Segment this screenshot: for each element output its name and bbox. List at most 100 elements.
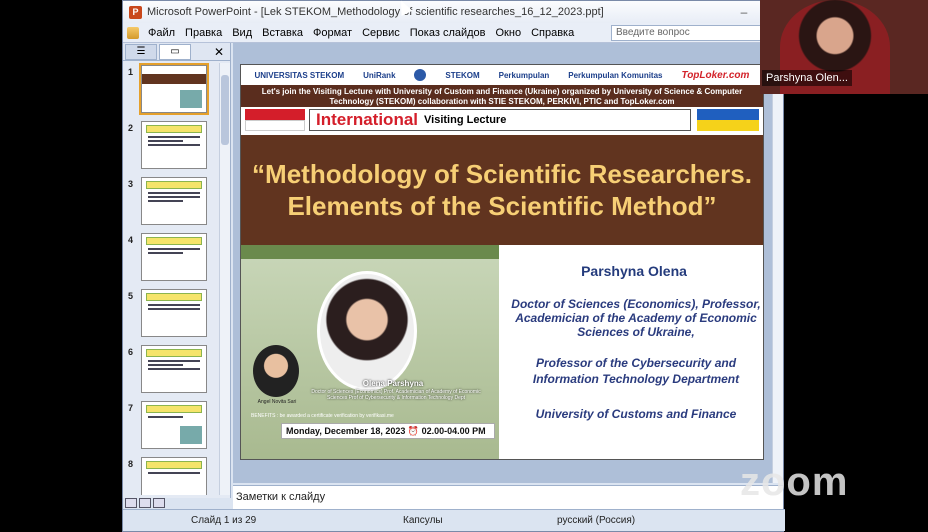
slide-lower-section: Angel Novita Sari Olena Parshyna Doctor … (241, 245, 763, 459)
slide-counter: Слайд 1 из 29 (191, 515, 257, 526)
slide-thumb-row[interactable]: 7 (123, 399, 219, 455)
international-text: International (316, 110, 419, 129)
notes-field[interactable]: Заметки к слайду (233, 485, 783, 509)
thumb-number: 3 (128, 179, 134, 189)
logo-stekom: STEKOM (445, 70, 480, 80)
thumb-number: 4 (128, 235, 134, 245)
thumbnails-scrollbar[interactable] (219, 63, 230, 495)
ask-question-input[interactable]: Введите вопрос (611, 24, 761, 41)
ukraine-flag-icon (697, 109, 759, 131)
sorter-view-icon[interactable] (139, 498, 151, 508)
menu-tools[interactable]: Сервис (357, 27, 405, 39)
language-status: русский (Россия) (557, 515, 636, 526)
slide-thumbnail[interactable] (141, 457, 207, 495)
menu-window[interactable]: Окно (491, 27, 527, 39)
thumb-line (148, 416, 184, 418)
speaker-photo-area: Angel Novita Sari Olena Parshyna Doctor … (241, 245, 499, 459)
thumb-line (148, 252, 184, 254)
zoom-watermark: zoom (740, 460, 849, 504)
view-buttons (125, 498, 165, 508)
event-date: Monday, December 18, 2023 ⏰ 02.00-04.00 … (281, 423, 495, 439)
indonesia-flag-icon (245, 109, 305, 131)
slide-thumbnail[interactable] (139, 63, 209, 115)
thumb-title-bar (146, 125, 202, 133)
logo-strip: UNIVERSITAS STEKOM UniRank STEKOM Perkum… (241, 65, 763, 85)
slide-thumbnail[interactable] (141, 177, 207, 225)
menu-format[interactable]: Формат (308, 27, 357, 39)
slide-thumb-row[interactable]: 1 (123, 63, 219, 119)
moderator-caption: Angel Novita Sari (257, 399, 297, 405)
slide-thumbnail[interactable] (141, 289, 207, 337)
speaker-university: University of Customs and Finance (535, 407, 737, 421)
slide-scrollbar[interactable] (772, 43, 783, 483)
slide-thumb-row[interactable]: 2 (123, 119, 219, 175)
participant-name: Parshyna Olen... (762, 70, 852, 86)
thumb-image (180, 426, 202, 444)
powerpoint-app-icon: P (129, 5, 142, 19)
thumb-title-bar (146, 405, 202, 413)
photo-header-bar (241, 245, 499, 259)
slide-thumb-row[interactable]: 8 (123, 455, 219, 495)
logo-stekom-university: UNIVERSITAS STEKOM (254, 70, 345, 80)
speaker-name: Parshyna Olena (581, 263, 687, 279)
pane-close-icon[interactable]: ✕ (214, 45, 224, 59)
menu-edit[interactable]: Правка (180, 27, 227, 39)
menu-insert[interactable]: Вставка (257, 27, 308, 39)
logo-perkumpulan-komunitas: Perkumpulan Komunitas (568, 70, 663, 80)
thumb-line (148, 248, 200, 250)
menu-slideshow[interactable]: Показ слайдов (405, 27, 491, 39)
slideshow-view-icon[interactable] (153, 498, 165, 508)
minimize-icon[interactable]: – (733, 4, 755, 20)
thumb-title-bar (146, 181, 202, 189)
speaker-photo-subtitle: Doctor of Sciences (Economics) Prof. Aca… (311, 389, 481, 401)
slides-tab[interactable]: ▭ (159, 43, 191, 60)
thumb-number: 1 (128, 67, 134, 77)
international-row: International Visiting Lecture (241, 107, 763, 135)
thumb-number: 2 (128, 123, 134, 133)
thumb-line (148, 196, 200, 198)
pane-tabs: ☰ ▭ ✕ (123, 43, 230, 61)
slide-thumbnail[interactable] (141, 121, 207, 169)
slide-thumbnail[interactable] (141, 233, 207, 281)
thumb-line (148, 144, 200, 146)
slide-thumb-row[interactable]: 4 (123, 231, 219, 287)
speaker-photo-name: Olena Parshyna (362, 379, 424, 388)
slides-pane: ☰ ▭ ✕ 1 2 3 4 5 6 7 8 (123, 43, 231, 498)
thumb-number: 7 (128, 403, 134, 413)
document-icon[interactable] (127, 26, 139, 39)
scrollbar-thumb[interactable] (221, 75, 229, 145)
slide-thumbnail[interactable] (141, 345, 207, 393)
slide-thumb-row[interactable]: 3 (123, 175, 219, 231)
powerpoint-window: P Microsoft PowerPoint - [Lek STEKOM_Met… (122, 0, 785, 532)
menu-help[interactable]: Справка (526, 27, 579, 39)
thumbnail-list: 1 2 3 4 5 6 7 8 (123, 63, 219, 495)
speaker-position: Professor of the Cybersecurity and Infor… (532, 356, 740, 386)
slide-thumb-row[interactable]: 6 (123, 343, 219, 399)
normal-view-icon[interactable] (125, 498, 137, 508)
thumb-line (148, 364, 184, 366)
slide-thumbnail[interactable] (141, 401, 207, 449)
slide-thumb-row[interactable]: 5 (123, 287, 219, 343)
speaker-photo (317, 271, 417, 391)
thumb-image (180, 90, 202, 108)
thumb-number: 8 (128, 459, 134, 469)
current-slide[interactable]: UNIVERSITAS STEKOM UniRank STEKOM Perkum… (240, 64, 764, 460)
logo-toploker: TopLoker.com (681, 69, 750, 81)
thumb-line (148, 360, 200, 362)
participant-video[interactable]: Parshyna Olen... (760, 0, 928, 94)
thumb-title-bar (146, 237, 202, 245)
thumb-line (148, 200, 184, 202)
design-name: Капсулы (403, 515, 443, 526)
slide-editor: UNIVERSITAS STEKOM UniRank STEKOM Perkum… (233, 43, 773, 483)
thumb-line (148, 136, 200, 138)
title-bar: P Microsoft PowerPoint - [Lek STEKOM_Met… (123, 1, 783, 23)
benefits-text: BENEFITS : be awarded a certificate veri… (251, 413, 394, 419)
speaker-degree: Doctor of Sciences (Economics), Professo… (511, 297, 761, 339)
menu-file[interactable]: Файл (143, 27, 180, 39)
moderator-photo (253, 345, 299, 397)
headline-line-2: Elements of the Scientific Method” (287, 191, 717, 221)
visiting-lecture-text: Visiting Lecture (424, 114, 507, 126)
thumb-line (148, 308, 200, 310)
menu-view[interactable]: Вид (227, 27, 257, 39)
outline-tab[interactable]: ☰ (125, 43, 157, 60)
